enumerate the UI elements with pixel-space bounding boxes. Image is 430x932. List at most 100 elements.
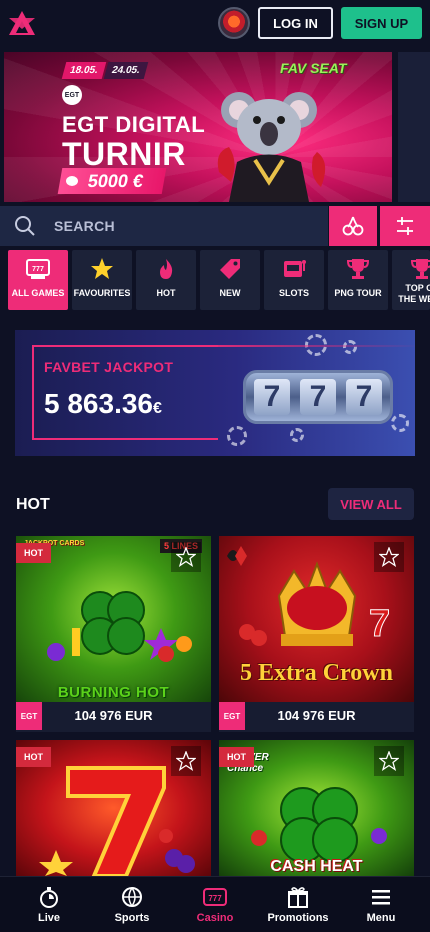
category-top-of-the-week[interactable]: TOP OF THE WEEK <box>392 250 430 310</box>
game-art: HOT <box>16 740 211 876</box>
slot-reels-icon: 7 7 7 <box>243 370 393 424</box>
category-hot[interactable]: HOT <box>136 250 196 310</box>
avatar[interactable] <box>218 7 250 39</box>
chip-decoration <box>391 414 409 432</box>
category-label: HOT <box>156 288 176 298</box>
jackpot-label: FAVBET JACKPOT <box>44 359 174 375</box>
favourite-button[interactable] <box>374 542 404 572</box>
header: LOG IN SIGN UP <box>0 0 430 46</box>
nav-label: Promotions <box>267 912 329 924</box>
login-button[interactable]: LOG IN <box>258 7 333 39</box>
category-label: FAVOURITES <box>73 288 131 298</box>
category-favourites[interactable]: FAVOURITES <box>72 250 132 310</box>
hot-badge: HOT <box>16 543 51 563</box>
date-from: 18.05. <box>61 62 107 79</box>
search-input[interactable]: SEARCH <box>54 218 115 234</box>
bottom-nav: Live Sports 777 Casino Promotions Menu <box>0 876 430 932</box>
next-banner-peek[interactable] <box>398 52 430 202</box>
category-all-games[interactable]: 777 ALL GAMES <box>8 250 68 310</box>
chip-decoration <box>227 426 247 446</box>
jackpot-amount: 5 863.36 <box>44 388 153 419</box>
star-outline-icon <box>176 547 196 567</box>
cherry-icon <box>342 216 364 236</box>
nav-label: Sports <box>114 912 150 924</box>
jackpot-amount: 104 976 EUR <box>74 708 153 723</box>
date-to: 24.05. <box>103 62 148 79</box>
jackpot-banner[interactable]: FAVBET JACKPOT 5 863.36€ 7 7 7 <box>15 330 415 456</box>
game-card-cash-heat[interactable]: CLOVER Chance CASH HEAT HOT <box>219 740 414 876</box>
cherry-filter-button[interactable] <box>329 206 377 246</box>
game-title: 5 Extra Crown <box>240 660 393 686</box>
flame-icon <box>160 259 173 279</box>
hot-badge: HOT <box>219 747 254 767</box>
hot-badge: HOT <box>16 747 51 767</box>
jackpot-currency: € <box>153 400 162 417</box>
game-card-burning-hot[interactable]: BURNING HOT 5 LINES JACKPOT CARDS HOT EG… <box>16 536 211 732</box>
sliders-icon <box>397 217 413 235</box>
nav-label: Live <box>37 912 60 924</box>
game-title: BURNING HOT <box>57 684 170 701</box>
game-art: CLOVER Chance CASH HEAT HOT <box>219 740 414 876</box>
favourite-button[interactable] <box>171 746 201 776</box>
slot-machine-icon <box>284 260 306 277</box>
nav-sports[interactable]: Sports <box>106 877 158 932</box>
banner-title-line1: EGT DIGITAL <box>62 112 206 137</box>
reel: 7 <box>300 379 336 415</box>
nav-live[interactable]: Live <box>24 877 74 932</box>
trophy-icon <box>346 259 370 279</box>
slot-777-icon: 777 <box>203 888 227 906</box>
prize-dot-icon <box>66 176 78 186</box>
reel: 7 <box>346 379 382 415</box>
section-title: HOT <box>16 496 50 513</box>
nav-label: Casino <box>196 912 234 924</box>
star-outline-icon <box>379 547 399 567</box>
view-all-button[interactable]: VIEW ALL <box>328 488 414 520</box>
game-card-sevens[interactable]: HOT <box>16 740 211 876</box>
svg-text:777: 777 <box>32 266 44 273</box>
tag-icon <box>220 259 240 279</box>
category-label: TOP OF THE WEEK <box>398 283 430 304</box>
favourite-button[interactable] <box>171 542 201 572</box>
jackpot-value: 5 863.36€ <box>44 388 162 420</box>
promo-banner[interactable]: 18.05. 24.05. EGT EGT DIGITAL TURNIR 500… <box>4 52 392 202</box>
category-slots[interactable]: SLOTS <box>264 250 324 310</box>
trophy-icon <box>410 259 430 279</box>
egt-logo: EGT <box>62 85 82 105</box>
nav-promotions[interactable]: Promotions <box>264 877 332 932</box>
reel: 7 <box>254 379 290 415</box>
search-icon <box>15 216 35 236</box>
svg-text:777: 777 <box>208 894 222 903</box>
chip-decoration <box>290 428 304 442</box>
star-outline-icon <box>379 751 399 771</box>
search-bar[interactable]: SEARCH <box>0 206 328 246</box>
page: LOG IN SIGN UP 18.05. 24.05. EGT EGT DIG… <box>0 0 430 932</box>
game-art: BURNING HOT 5 LINES JACKPOT CARDS HOT <box>16 536 211 702</box>
favourite-button[interactable] <box>374 746 404 776</box>
banner-dates: 18.05. 24.05. <box>61 62 148 79</box>
category-png-tour[interactable]: PNG TOUR <box>328 250 388 310</box>
category-label: PNG TOUR <box>334 288 382 298</box>
favbet-logo-icon[interactable] <box>8 10 36 36</box>
category-label: ALL GAMES <box>11 288 65 298</box>
category-label: SLOTS <box>278 288 309 298</box>
sports-ball-icon <box>122 887 142 907</box>
game-card-5-extra-crown[interactable]: 7 5 Extra Crown EGT 104 976 EUR <box>219 536 414 732</box>
jackpot-frame-line <box>200 345 415 347</box>
game-logo: FAV SEAT <box>280 60 347 76</box>
gift-icon <box>288 887 308 908</box>
category-label: NEW <box>219 288 241 298</box>
all-games-icon: 777 <box>26 259 50 279</box>
jackpot-amount: 104 976 EUR <box>277 708 356 723</box>
svg-text:7: 7 <box>369 603 390 645</box>
star-icon <box>91 258 113 279</box>
stopwatch-icon <box>40 887 58 908</box>
category-new[interactable]: NEW <box>200 250 260 310</box>
category-tabs: 777 ALL GAMES FAVOURITES HOT NEW SLOTS P… <box>0 250 430 312</box>
signup-button[interactable]: SIGN UP <box>341 7 422 39</box>
game-art: 7 5 Extra Crown <box>219 536 414 702</box>
filters-button[interactable] <box>380 206 430 246</box>
nav-casino[interactable]: 777 Casino <box>190 877 240 932</box>
star-outline-icon <box>176 751 196 771</box>
chip-decoration <box>343 340 357 354</box>
nav-menu[interactable]: Menu <box>356 877 406 932</box>
